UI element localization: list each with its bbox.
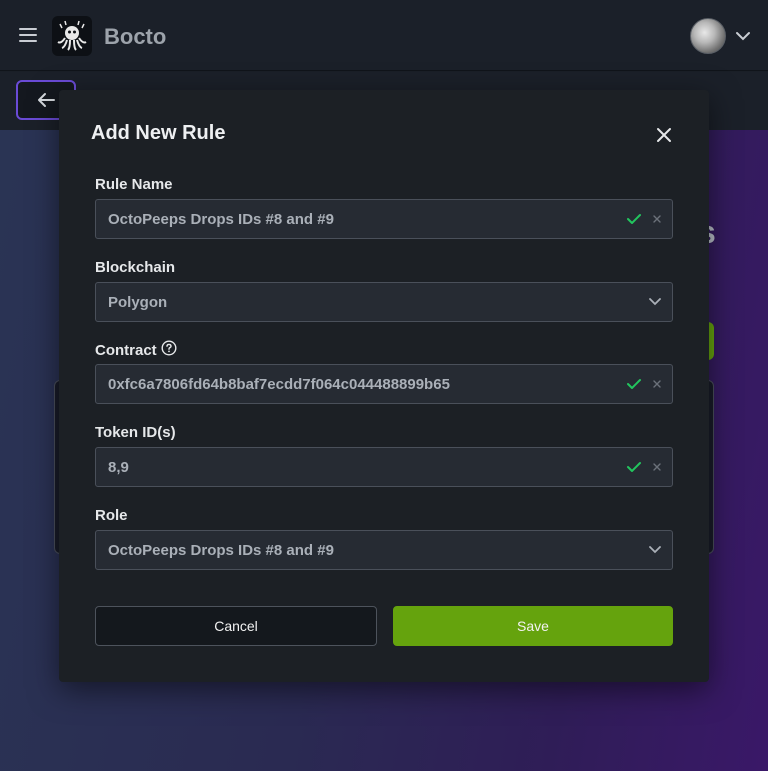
clear-icon[interactable] — [653, 463, 661, 471]
rule-name-input[interactable]: OctoPeeps Drops IDs #8 and #9 — [95, 199, 673, 239]
contract-input[interactable]: 0xfc6a7806fd64b8baf7ecdd7f064c044488899b… — [95, 364, 673, 404]
token-ids-value: 8,9 — [108, 459, 129, 476]
check-icon — [627, 214, 641, 224]
rule-name-label: Rule Name — [95, 176, 173, 193]
rule-name-value: OctoPeeps Drops IDs #8 and #9 — [108, 211, 334, 228]
clear-icon[interactable] — [653, 380, 661, 388]
brand-name: Bocto — [104, 24, 167, 49]
chevron-down-icon — [649, 298, 661, 306]
add-rule-modal: Add New Rule Rule Name OctoPeeps Drops I… — [59, 90, 709, 682]
blockchain-label: Blockchain — [95, 259, 176, 276]
check-icon — [627, 379, 641, 389]
role-value: OctoPeeps Drops IDs #8 and #9 — [108, 542, 334, 559]
blockchain-value: Polygon — [108, 294, 168, 311]
menu-icon[interactable] — [19, 28, 37, 42]
modal-title: Add New Rule — [91, 122, 226, 144]
token-ids-input[interactable]: 8,9 — [95, 447, 673, 487]
logo-icon[interactable] — [52, 16, 92, 56]
clear-icon[interactable] — [653, 215, 661, 223]
blockchain-select[interactable]: Polygon — [95, 282, 673, 322]
arrow-left-icon — [38, 93, 55, 107]
chevron-down-icon — [649, 546, 661, 554]
help-icon[interactable] — [161, 340, 177, 356]
top-navbar: Bocto — [0, 0, 768, 71]
check-icon — [627, 462, 641, 472]
save-button[interactable]: Save — [393, 606, 673, 646]
token-ids-label: Token ID(s) — [95, 424, 176, 441]
contract-label: Contract — [95, 342, 157, 359]
contract-value: 0xfc6a7806fd64b8baf7ecdd7f064c044488899b… — [108, 376, 450, 393]
role-label: Role — [95, 507, 128, 524]
chevron-down-icon[interactable] — [734, 28, 752, 44]
close-icon[interactable] — [655, 126, 673, 144]
role-select[interactable]: OctoPeeps Drops IDs #8 and #9 — [95, 530, 673, 570]
avatar[interactable] — [690, 18, 726, 54]
cancel-button[interactable]: Cancel — [95, 606, 377, 646]
